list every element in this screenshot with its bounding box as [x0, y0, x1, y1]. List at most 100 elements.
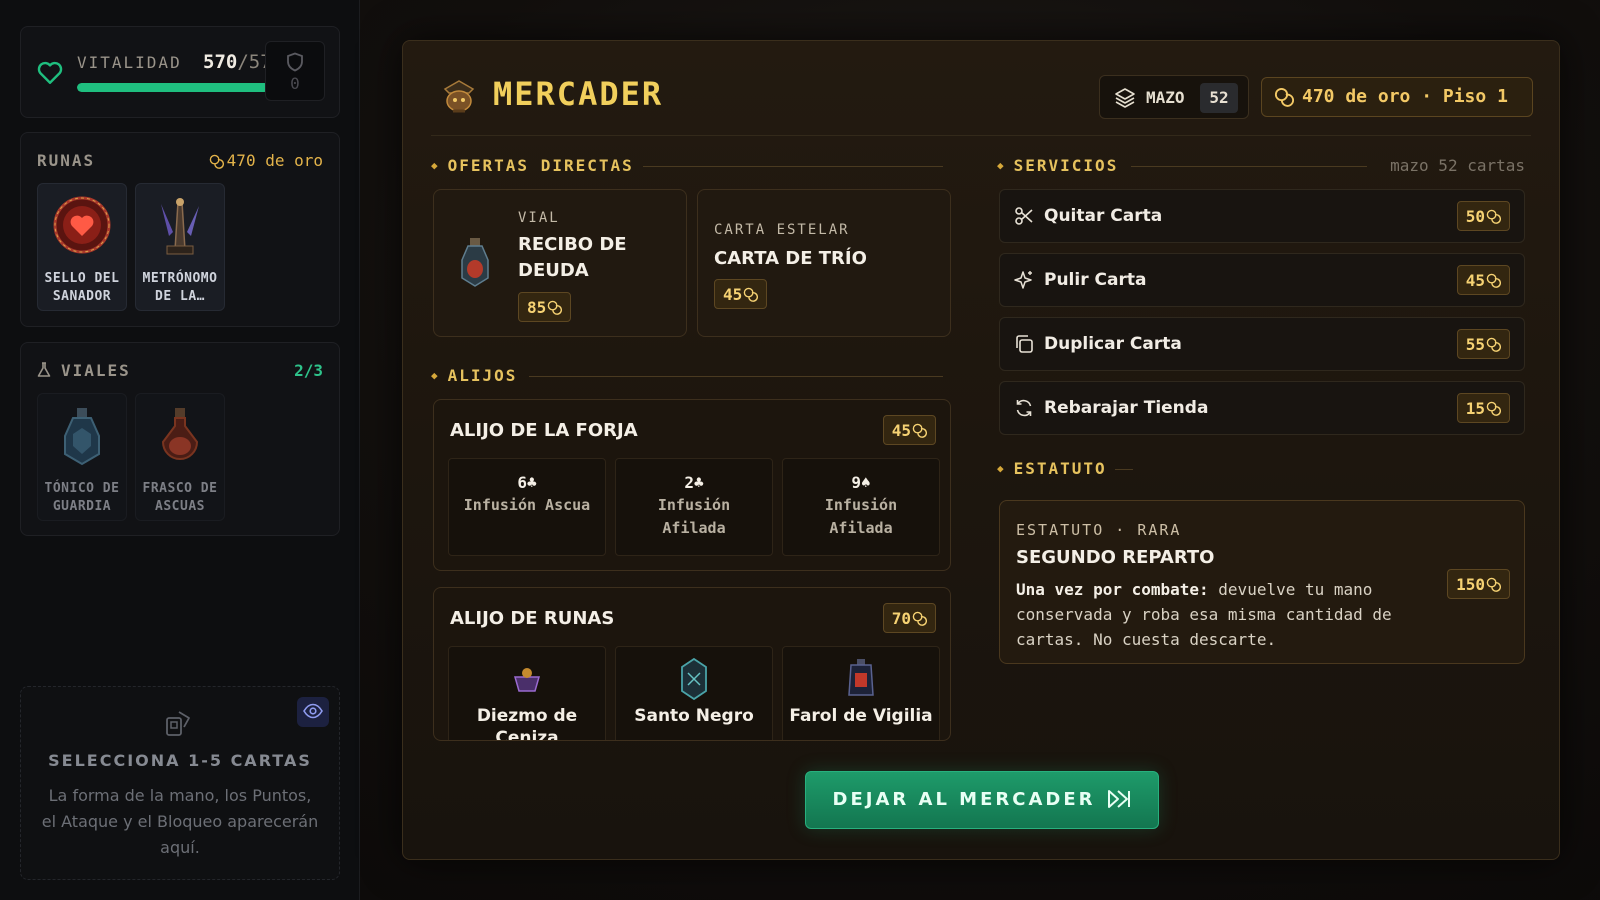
- vigil-lantern-icon: [848, 659, 874, 696]
- deck-count: 52: [1200, 83, 1238, 113]
- service-remove-card[interactable]: Quitar Carta 50: [999, 189, 1525, 243]
- flask-icon: [37, 362, 51, 377]
- offer-card[interactable]: CARTA ESTELAR CARTA DE TRÍO 45: [697, 189, 951, 337]
- heart-icon: [37, 61, 63, 84]
- service-price: 55: [1456, 329, 1510, 359]
- cache-rune-name: Santo Negro: [634, 706, 754, 726]
- cache-price-value: 70: [891, 609, 911, 628]
- forge-cache[interactable]: ALIJO DE LA FORJA 45 6♣ Infusión Ascua 2…: [433, 399, 951, 571]
- debt-receipt-icon: [461, 238, 489, 287]
- cache-rune-item: Diezmo de Ceniza: [448, 646, 606, 741]
- service-price: 15: [1456, 393, 1510, 423]
- cache-item: 6♣ Infusión Ascua: [448, 458, 606, 556]
- vials-panel: VIALES 2/3 TÓNICO DE GUARDIA FRASCO DE A…: [20, 342, 340, 536]
- refresh-icon: [1016, 399, 1032, 417]
- service-price: 50: [1456, 201, 1510, 231]
- vial-item[interactable]: FRASCO DE ASCUAS: [135, 393, 225, 521]
- service-duplicate-card[interactable]: Duplicar Carta 55: [999, 317, 1525, 371]
- runes-cache[interactable]: ALIJO DE RUNAS 70 Diezmo de Ceniza Santo…: [433, 587, 951, 741]
- eye-icon: [303, 703, 323, 719]
- service-price: 45: [1456, 265, 1510, 295]
- vitality-label: VITALIDAD: [77, 53, 182, 72]
- offers-divider: [643, 166, 943, 167]
- vials-count: 2/3: [294, 361, 323, 380]
- statute-description: Una vez por combate: devuelve tu mano co…: [1016, 577, 1436, 652]
- copy-icon: [1016, 335, 1033, 353]
- gold-floor-chip: 470 de oro · Piso 1: [1261, 77, 1533, 117]
- statute-title: ESTATUTO: [997, 459, 1107, 478]
- merchant-icon: [443, 80, 475, 113]
- merchant-title: MERCADER: [493, 75, 664, 113]
- runes-title: RUNAS: [37, 151, 96, 170]
- hand-preview-panel: SELECCIONA 1-5 CARTAS La forma de la man…: [20, 686, 340, 880]
- offer-name: RECIBO DE DEUDA: [518, 234, 627, 281]
- coin-icon: [1486, 401, 1501, 416]
- guard-tonic-icon: [64, 408, 100, 466]
- coin-icon: [547, 300, 562, 315]
- vitality-panel: VITALIDAD 570/570 0: [20, 26, 340, 118]
- vial-item[interactable]: TÓNICO DE GUARDIA: [37, 393, 127, 521]
- statute-card[interactable]: ESTATUTO · RARA SEGUNDO REPARTO Una vez …: [999, 500, 1525, 664]
- cache-item: 2♣ Infusión Afilada: [615, 458, 773, 556]
- rune-item[interactable]: SELLO DEL SANADOR: [37, 183, 127, 311]
- offer-price-value: 45: [723, 285, 743, 304]
- services-title: SERVICIOS: [997, 156, 1118, 175]
- hint-text: La forma de la mano, los Puntos, el Ataq…: [41, 786, 319, 857]
- ember-flask-icon: [161, 408, 199, 460]
- layers-icon: [1115, 88, 1135, 108]
- coin-icon: [1486, 577, 1501, 592]
- offer-price: 85: [518, 292, 572, 322]
- service-label: Quitar Carta: [1044, 206, 1163, 226]
- vials-title-label: VIALES: [61, 361, 131, 380]
- deck-chip[interactable]: MAZO 52: [1099, 75, 1249, 119]
- block-value: 0: [290, 74, 300, 93]
- shield-icon: [287, 52, 303, 72]
- service-price-value: 45: [1465, 271, 1485, 290]
- fast-forward-icon: [1108, 790, 1131, 808]
- cache-rune-name: Diezmo de Ceniza: [476, 706, 578, 741]
- offers-title: OFERTAS DIRECTAS: [431, 156, 634, 175]
- caches-title: ALIJOS: [431, 366, 517, 385]
- sidebar: VITALIDAD 570/570 0 RUNAS 470 de oro SEL…: [0, 0, 360, 900]
- caches-divider: [529, 376, 943, 377]
- runes-gold: 470 de oro: [209, 151, 323, 170]
- cache-rune-item: Santo Negro: [615, 646, 773, 740]
- cache-item: 9♠ Infusión Afilada: [782, 458, 940, 556]
- offer-kind: VIAL: [518, 210, 560, 226]
- cards-icon: [166, 711, 190, 736]
- cache-item-name: Infusión Afilada: [824, 496, 898, 537]
- service-price-value: 50: [1465, 207, 1485, 226]
- cache-price-value: 45: [891, 421, 911, 440]
- ash-tithe-icon: [514, 668, 540, 692]
- black-saint-icon: [681, 657, 707, 701]
- offer-name: CARTA DE TRÍO: [714, 248, 867, 269]
- service-label: Duplicar Carta: [1044, 334, 1182, 354]
- service-polish-card[interactable]: Pulir Carta 45: [999, 253, 1525, 307]
- cache-name: ALIJO DE LA FORJA: [450, 420, 638, 441]
- cache-rune-item: Farol de Vigilia: [782, 646, 940, 740]
- cache-name: ALIJO DE RUNAS: [450, 608, 615, 629]
- rune-item-name: METRÓNOMO DE LA…: [142, 271, 218, 304]
- rune-item-name: SELLO DEL SANADOR: [44, 271, 120, 304]
- rune-item[interactable]: METRÓNOMO DE LA…: [135, 183, 225, 311]
- block-indicator: 0: [265, 41, 325, 101]
- service-label: Rebarajar Tienda: [1044, 398, 1209, 418]
- vitality-bar: [77, 83, 269, 92]
- metronome-icon: [161, 198, 199, 255]
- cache-price: 70: [882, 603, 936, 633]
- services-subtitle: mazo 52 cartas: [1390, 156, 1525, 175]
- sparkle-icon: [1014, 271, 1032, 289]
- leave-merchant-button[interactable]: DEJAR AL MERCADER: [805, 771, 1159, 829]
- header-divider: [431, 135, 1531, 136]
- cache-item-card: 2♣: [684, 473, 704, 492]
- statute-name: SEGUNDO REPARTO: [1016, 547, 1215, 568]
- vitality-current: 570: [203, 51, 238, 73]
- coin-icon: [1486, 273, 1501, 288]
- service-reshuffle-shop[interactable]: Rebarajar Tienda 15: [999, 381, 1525, 435]
- runes-gold-value: 470 de oro: [226, 151, 323, 170]
- hint-title: SELECCIONA 1-5 CARTAS: [48, 751, 312, 770]
- offer-card[interactable]: VIAL RECIBO DE DEUDA 85: [433, 189, 687, 337]
- coin-icon: [912, 611, 927, 626]
- coin-icon: [1486, 209, 1501, 224]
- preview-toggle-button[interactable]: [297, 697, 329, 727]
